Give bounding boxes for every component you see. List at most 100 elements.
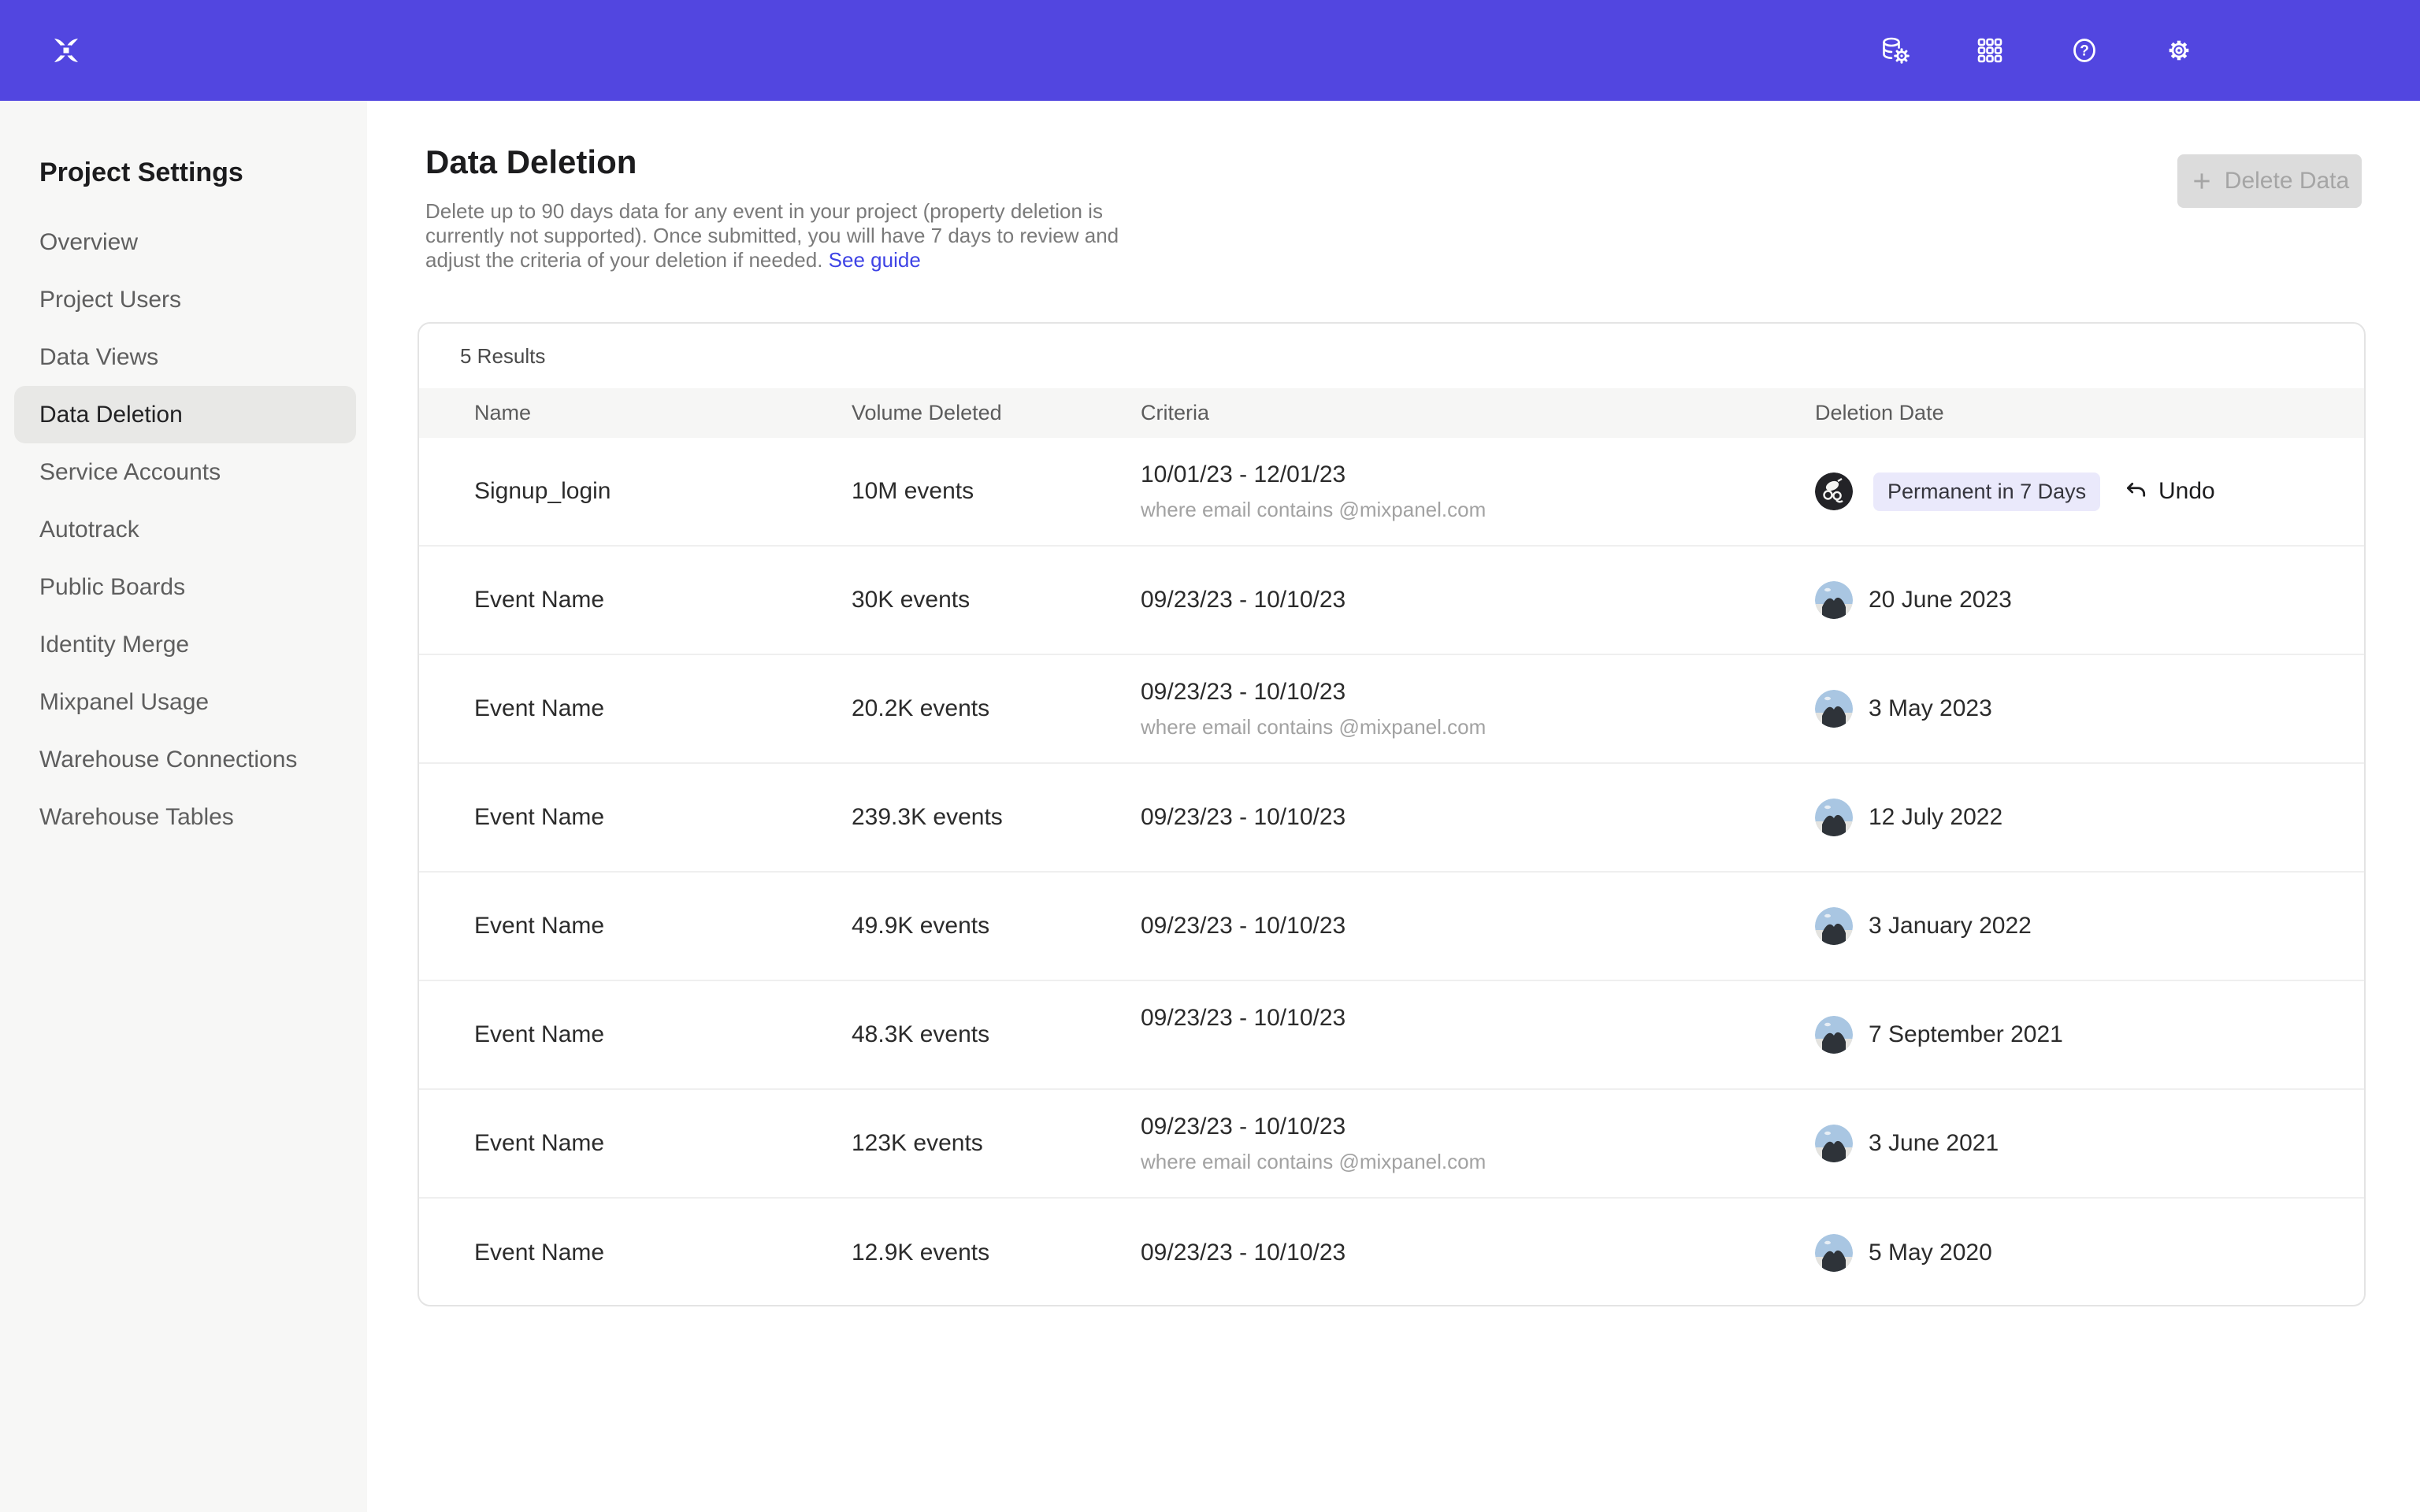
deletion-date-cell: 7 September 2021 — [1815, 981, 2340, 1088]
user-avatar — [1815, 799, 1853, 836]
deletion-date: 3 May 2023 — [1869, 695, 1992, 722]
top-navigation-bar: ? — [0, 0, 2420, 101]
delete-data-button[interactable]: Delete Data — [2177, 154, 2362, 208]
table-row: Event Name 239.3K events 09/23/23 - 10/1… — [419, 764, 2364, 873]
event-name-cell: Signup_login — [474, 438, 611, 545]
criteria-date-range: 09/23/23 - 10/10/23 — [1141, 679, 1345, 706]
sidebar-item-warehouse-tables[interactable]: Warehouse Tables — [14, 788, 356, 846]
criteria-cell: 09/23/23 - 10/10/23 where email contains… — [1141, 1090, 1486, 1197]
user-avatar — [1815, 472, 1853, 510]
criteria-cell: 09/23/23 - 10/10/23 — [1141, 981, 1345, 1088]
event-name-cell: Event Name — [474, 764, 604, 871]
help-icon[interactable]: ? — [2067, 33, 2102, 68]
deletion-date: 20 June 2023 — [1869, 587, 2012, 613]
criteria-cell: 09/23/23 - 10/10/23 — [1141, 547, 1345, 654]
deletion-date-cell: 3 January 2022 — [1815, 873, 2340, 980]
settings-gear-icon[interactable] — [2162, 33, 2196, 68]
results-card: 5 Results Name Volume Deleted Criteria D… — [418, 322, 2366, 1306]
event-name-cell: Event Name — [474, 547, 604, 654]
sidebar-item-data-deletion[interactable]: Data Deletion — [14, 386, 356, 443]
sidebar-item-public-boards[interactable]: Public Boards — [14, 558, 356, 616]
permanent-badge: Permanent in 7 Days — [1873, 472, 2100, 511]
event-name-cell: Event Name — [474, 655, 604, 762]
deletion-date-cell: 5 May 2020 — [1815, 1199, 2340, 1306]
event-name-cell: Event Name — [474, 1199, 604, 1306]
sidebar-item-label: Overview — [39, 229, 138, 256]
undo-icon — [2124, 480, 2147, 503]
see-guide-link[interactable]: See guide — [829, 248, 921, 272]
criteria-cell: 09/23/23 - 10/10/23 — [1141, 764, 1345, 871]
svg-text:?: ? — [2080, 43, 2089, 60]
plus-icon — [2190, 169, 2214, 193]
criteria-date-range: 10/01/23 - 12/01/23 — [1141, 461, 1345, 488]
criteria-date-range: 09/23/23 - 10/10/23 — [1141, 1240, 1345, 1266]
sidebar-title: Project Settings — [39, 158, 243, 188]
user-avatar — [1815, 581, 1853, 619]
event-name-cell: Event Name — [474, 1090, 604, 1197]
criteria-cell: 09/23/23 - 10/10/23 — [1141, 873, 1345, 980]
volume-deleted-cell: 20.2K events — [852, 655, 989, 762]
undo-button[interactable]: Undo — [2124, 438, 2215, 545]
table-row: Event Name 20.2K events 09/23/23 - 10/10… — [419, 655, 2364, 764]
app-window: ? Project Settings Overview Project User… — [0, 0, 2420, 1512]
sidebar-item-label: Project Users — [39, 287, 181, 313]
column-header-name: Name — [474, 388, 531, 438]
data-management-icon[interactable] — [1878, 33, 1913, 68]
user-avatar — [1815, 907, 1853, 945]
user-avatar — [1815, 1016, 1853, 1054]
volume-deleted-cell: 123K events — [852, 1090, 983, 1197]
sidebar-item-service-accounts[interactable]: Service Accounts — [14, 443, 356, 501]
criteria-subtext: where email contains @mixpanel.com — [1141, 498, 1486, 522]
sidebar-item-label: Identity Merge — [39, 632, 189, 658]
sidebar-item-project-users[interactable]: Project Users — [14, 271, 356, 328]
deletion-date-cell: 3 May 2023 — [1815, 655, 2340, 762]
criteria-cell: 09/23/23 - 10/10/23 where email contains… — [1141, 655, 1486, 762]
sidebar-item-autotrack[interactable]: Autotrack — [14, 501, 356, 558]
sidebar-item-label: Data Deletion — [39, 402, 183, 428]
deletion-date: 12 July 2022 — [1869, 804, 2002, 831]
event-name-cell: Event Name — [474, 981, 604, 1088]
deletion-date-cell: Permanent in 7 Days Undo — [1815, 438, 2340, 545]
undo-label: Undo — [2158, 478, 2215, 505]
event-name-cell: Event Name — [474, 873, 604, 980]
sidebar-item-identity-merge[interactable]: Identity Merge — [14, 616, 356, 673]
criteria-date-range: 09/23/23 - 10/10/23 — [1141, 1114, 1345, 1140]
user-avatar — [1815, 690, 1853, 728]
volume-deleted-cell: 239.3K events — [852, 764, 1003, 871]
sidebar-item-mixpanel-usage[interactable]: Mixpanel Usage — [14, 673, 356, 731]
column-header-criteria: Criteria — [1141, 388, 1209, 438]
sidebar-item-overview[interactable]: Overview — [14, 213, 356, 271]
apps-grid-icon[interactable] — [1973, 33, 2007, 68]
user-avatar — [1815, 1234, 1853, 1272]
delete-data-label: Delete Data — [2225, 168, 2349, 195]
page-description: Delete up to 90 days data for any event … — [425, 199, 1119, 272]
volume-deleted-cell: 10M events — [852, 438, 974, 545]
mixpanel-logo-icon[interactable] — [49, 33, 84, 68]
table-body: Signup_login 10M events 10/01/23 - 12/01… — [419, 438, 2364, 1306]
volume-deleted-cell: 30K events — [852, 547, 970, 654]
page-title: Data Deletion — [425, 143, 637, 181]
volume-deleted-cell: 49.9K events — [852, 873, 989, 980]
deletion-date: 7 September 2021 — [1869, 1021, 2063, 1048]
volume-deleted-cell: 12.9K events — [852, 1199, 989, 1306]
column-header-volume-deleted: Volume Deleted — [852, 388, 1002, 438]
criteria-date-range: 09/23/23 - 10/10/23 — [1141, 1005, 1345, 1032]
table-row: Event Name 30K events 09/23/23 - 10/10/2… — [419, 547, 2364, 655]
criteria-subtext: where email contains @mixpanel.com — [1141, 715, 1486, 739]
deletion-date: 5 May 2020 — [1869, 1240, 1992, 1266]
sidebar: Project Settings Overview Project Users … — [0, 101, 367, 1512]
sidebar-item-label: Autotrack — [39, 517, 139, 543]
criteria-cell: 09/23/23 - 10/10/23 — [1141, 1199, 1345, 1306]
deletion-date-cell: 20 June 2023 — [1815, 547, 2340, 654]
table-header: Name Volume Deleted Criteria Deletion Da… — [419, 388, 2364, 438]
table-row: Event Name 12.9K events 09/23/23 - 10/10… — [419, 1199, 2364, 1306]
criteria-cell: 10/01/23 - 12/01/23 where email contains… — [1141, 438, 1486, 545]
sidebar-item-data-views[interactable]: Data Views — [14, 328, 356, 386]
table-row: Signup_login 10M events 10/01/23 - 12/01… — [419, 438, 2364, 547]
description-line: currently not supported). Once submitted… — [425, 224, 1119, 248]
deletion-date: 3 January 2022 — [1869, 913, 2032, 939]
criteria-subtext: where email contains @mixpanel.com — [1141, 1150, 1486, 1174]
sidebar-item-label: Data Views — [39, 344, 158, 371]
criteria-date-range: 09/23/23 - 10/10/23 — [1141, 587, 1345, 613]
sidebar-item-warehouse-connections[interactable]: Warehouse Connections — [14, 731, 356, 788]
